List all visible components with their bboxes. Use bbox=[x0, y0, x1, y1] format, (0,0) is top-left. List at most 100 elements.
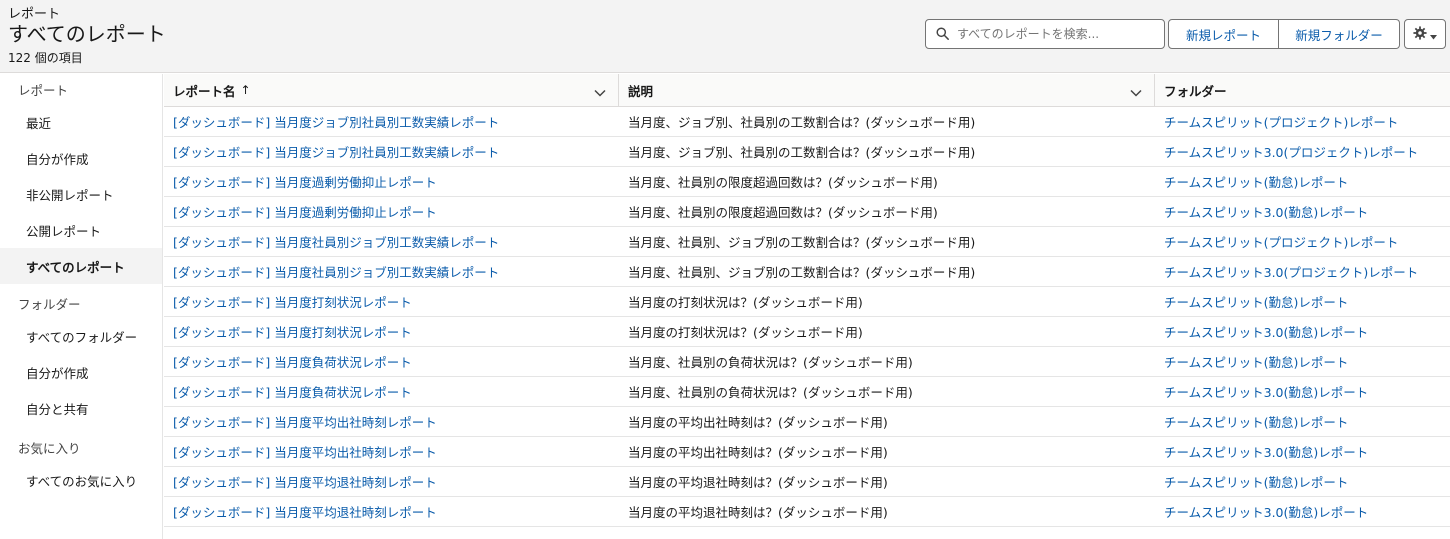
new-folder-button[interactable]: 新規フォルダー bbox=[1279, 19, 1400, 49]
table-row: [ダッシュボード] 当月度打刻状況レポート 当月度の打刻状況は？(ダッシュボード用… bbox=[164, 287, 1450, 317]
sidebar-item-public-reports[interactable]: 公開レポート bbox=[0, 212, 162, 248]
report-name-link[interactable]: [ダッシュボード] 当月度ジョブ別社員別工数実績レポート bbox=[173, 112, 499, 131]
folder-link[interactable]: チームスピリット(勤怠)レポート bbox=[1164, 292, 1348, 311]
table-body: [ダッシュボード] 当月度ジョブ別社員別工数実績レポート当月度、ジョブ別、社員別… bbox=[164, 107, 1450, 527]
search-input[interactable] bbox=[957, 27, 1157, 41]
column-header-folder[interactable]: フォルダー bbox=[1155, 74, 1450, 106]
new-report-button[interactable]: 新規レポート bbox=[1168, 19, 1279, 49]
description-text: 当月度の平均退社時刻は？(ダッシュボード用) bbox=[628, 505, 888, 520]
folder-cell: チームスピリット(プロジェクト)レポート bbox=[1155, 227, 1450, 256]
sort-arrow-icon: ↑ bbox=[240, 83, 251, 97]
sidebar-nav: レポート 最近 自分が作成 非公開レポート 公開レポート すべてのレポート フォ… bbox=[0, 74, 163, 539]
report-name-cell: [ダッシュボード] 当月度打刻状況レポート bbox=[164, 287, 619, 316]
description-cell: 当月度、社員別の負荷状況は？(ダッシュボード用) bbox=[619, 347, 1155, 376]
description-text: 当月度の打刻状況は？(ダッシュボード用) bbox=[628, 295, 863, 310]
page-title: すべてのレポート bbox=[8, 22, 166, 46]
report-name-link[interactable]: [ダッシュボード] 当月度ジョブ別社員別工数実績レポート bbox=[173, 142, 499, 161]
item-count: 122 個の項目 bbox=[8, 51, 83, 65]
table-row: [ダッシュボード] 当月度負荷状況レポート 当月度、社員別の負荷状況は？(ダッシュ… bbox=[164, 377, 1450, 407]
column-header-description[interactable]: 説明 bbox=[619, 74, 1155, 106]
report-name-cell: [ダッシュボード] 当月度平均退社時刻レポート bbox=[164, 497, 619, 526]
folder-link[interactable]: チームスピリット(プロジェクト)レポート bbox=[1164, 112, 1398, 131]
folder-link[interactable]: チームスピリット(勤怠)レポート bbox=[1164, 352, 1348, 371]
gear-icon bbox=[1413, 25, 1427, 44]
report-name-cell: [ダッシュボード] 当月度平均出社時刻レポート bbox=[164, 407, 619, 436]
table-row: [ダッシュボード] 当月度ジョブ別社員別工数実績レポート 当月度、ジョブ別、社員別… bbox=[164, 137, 1450, 167]
folder-cell: チームスピリット3.0(プロジェクト)レポート bbox=[1155, 257, 1450, 286]
search-box[interactable] bbox=[925, 19, 1165, 49]
search-icon bbox=[936, 25, 949, 44]
report-name-cell: [ダッシュボード] 当月度社員別ジョブ別工数実績レポート bbox=[164, 227, 619, 256]
description-cell: 当月度、社員別の限度超過回数は？(ダッシュボード用) bbox=[619, 167, 1155, 196]
description-text: 当月度の平均退社時刻は？(ダッシュボード用) bbox=[628, 475, 888, 490]
sidebar-item-all-folders[interactable]: すべてのフォルダー bbox=[0, 318, 162, 354]
table-row: [ダッシュボード] 当月度平均退社時刻レポート 当月度の平均退社時刻は？(ダッシュ… bbox=[164, 467, 1450, 497]
column-header-label: 説明 bbox=[628, 83, 654, 99]
report-name-link[interactable]: [ダッシュボード] 当月度負荷状況レポート bbox=[173, 352, 412, 371]
sidebar-heading-reports: レポート bbox=[18, 82, 69, 98]
report-name-cell: [ダッシュボード] 当月度平均退社時刻レポート bbox=[164, 467, 619, 496]
description-text: 当月度、社員別の限度超過回数は？(ダッシュボード用) bbox=[628, 175, 938, 190]
sidebar-item-recent[interactable]: 最近 bbox=[0, 104, 162, 140]
folder-cell: チームスピリット3.0(プロジェクト)レポート bbox=[1155, 137, 1450, 166]
folder-link[interactable]: チームスピリット3.0(勤怠)レポート bbox=[1164, 202, 1368, 221]
page-header: レポート すべてのレポート 122 個の項目 新規レポート 新規フォルダー bbox=[0, 0, 1450, 73]
report-name-link[interactable]: [ダッシュボード] 当月度社員別ジョブ別工数実績レポート bbox=[173, 262, 499, 281]
folder-link[interactable]: チームスピリット3.0(プロジェクト)レポート bbox=[1164, 142, 1418, 161]
description-text: 当月度の平均出社時刻は？(ダッシュボード用) bbox=[628, 445, 888, 460]
folder-link[interactable]: チームスピリット(勤怠)レポート bbox=[1164, 472, 1348, 491]
chevron-down-icon[interactable] bbox=[594, 85, 606, 100]
description-text: 当月度、社員別の負荷状況は？(ダッシュボード用) bbox=[628, 385, 913, 400]
table-row: [ダッシュボード] 当月度平均出社時刻レポート 当月度の平均出社時刻は？(ダッシュ… bbox=[164, 407, 1450, 437]
report-name-link[interactable]: [ダッシュボード] 当月度平均出社時刻レポート bbox=[173, 442, 437, 461]
folder-link[interactable]: チームスピリット3.0(勤怠)レポート bbox=[1164, 442, 1368, 461]
report-name-cell: [ダッシュボード] 当月度負荷状況レポート bbox=[164, 377, 619, 406]
folder-link[interactable]: チームスピリット(勤怠)レポート bbox=[1164, 412, 1348, 431]
table-row: [ダッシュボード] 当月度過剰労働抑止レポート 当月度、社員別の限度超過回数は？(… bbox=[164, 197, 1450, 227]
folder-cell: チームスピリット(勤怠)レポート bbox=[1155, 407, 1450, 436]
description-text: 当月度、ジョブ別、社員別の工数割合は？(ダッシュボード用) bbox=[628, 115, 976, 130]
report-name-link[interactable]: [ダッシュボード] 当月度社員別ジョブ別工数実績レポート bbox=[173, 232, 499, 251]
table-row: [ダッシュボード] 当月度負荷状況レポート 当月度、社員別の負荷状況は？(ダッシュ… bbox=[164, 347, 1450, 377]
folder-link[interactable]: チームスピリット(プロジェクト)レポート bbox=[1164, 232, 1398, 251]
chevron-down-icon[interactable] bbox=[1130, 85, 1142, 100]
report-name-link[interactable]: [ダッシュボード] 当月度平均退社時刻レポート bbox=[173, 472, 437, 491]
description-cell: 当月度、社員別、ジョブ別の工数割合は？(ダッシュボード用) bbox=[619, 257, 1155, 286]
report-name-cell: [ダッシュボード] 当月度ジョブ別社員別工数実績レポート bbox=[164, 137, 619, 166]
report-name-cell: [ダッシュボード] 当月度社員別ジョブ別工数実績レポート bbox=[164, 257, 619, 286]
report-name-link[interactable]: [ダッシュボード] 当月度過剰労働抑止レポート bbox=[173, 172, 437, 191]
sidebar-item-created-by-me[interactable]: 自分が作成 bbox=[0, 140, 162, 176]
report-name-link[interactable]: [ダッシュボード] 当月度平均出社時刻レポート bbox=[173, 412, 437, 431]
report-name-link[interactable]: [ダッシュボード] 当月度過剰労働抑止レポート bbox=[173, 202, 437, 221]
sidebar-item-folders-created-by-me[interactable]: 自分が作成 bbox=[0, 354, 162, 390]
description-cell: 当月度、ジョブ別、社員別の工数割合は？(ダッシュボード用) bbox=[619, 137, 1155, 166]
settings-menu-button[interactable] bbox=[1404, 19, 1446, 49]
table-row: [ダッシュボード] 当月度ジョブ別社員別工数実績レポート 当月度、ジョブ別、社員別… bbox=[164, 107, 1450, 137]
reports-table: レポート名 ↑ 説明 フォルダー [ダッシュボード] 当月度ジョブ別社員別工数実… bbox=[164, 74, 1450, 539]
report-name-link[interactable]: [ダッシュボード] 当月度打刻状況レポート bbox=[173, 292, 412, 311]
sidebar-item-all-favorites[interactable]: すべてのお気に入り bbox=[0, 462, 162, 498]
folder-link[interactable]: チームスピリット3.0(勤怠)レポート bbox=[1164, 502, 1368, 521]
table-row: [ダッシュボード] 当月度社員別ジョブ別工数実績レポート 当月度、社員別、ジョブ別… bbox=[164, 227, 1450, 257]
report-name-cell: [ダッシュボード] 当月度ジョブ別社員別工数実績レポート bbox=[164, 107, 619, 136]
report-name-link[interactable]: [ダッシュボード] 当月度打刻状況レポート bbox=[173, 322, 412, 341]
folder-cell: チームスピリット(勤怠)レポート bbox=[1155, 167, 1450, 196]
sidebar-item-shared-with-me[interactable]: 自分と共有 bbox=[0, 390, 162, 426]
folder-cell: チームスピリット(勤怠)レポート bbox=[1155, 287, 1450, 316]
folder-link[interactable]: チームスピリット(勤怠)レポート bbox=[1164, 172, 1348, 191]
description-cell: 当月度の平均退社時刻は？(ダッシュボード用) bbox=[619, 467, 1155, 496]
report-name-cell: [ダッシュボード] 当月度平均出社時刻レポート bbox=[164, 437, 619, 466]
sidebar-item-all-reports[interactable]: すべてのレポート bbox=[0, 248, 162, 284]
folder-cell: チームスピリット3.0(勤怠)レポート bbox=[1155, 497, 1450, 526]
table-row: [ダッシュボード] 当月度平均出社時刻レポート 当月度の平均出社時刻は？(ダッシュ… bbox=[164, 437, 1450, 467]
folder-link[interactable]: チームスピリット3.0(プロジェクト)レポート bbox=[1164, 262, 1418, 281]
description-text: 当月度の平均出社時刻は？(ダッシュボード用) bbox=[628, 415, 888, 430]
folder-link[interactable]: チームスピリット3.0(勤怠)レポート bbox=[1164, 382, 1368, 401]
sidebar-item-private-reports[interactable]: 非公開レポート bbox=[0, 176, 162, 212]
report-name-link[interactable]: [ダッシュボード] 当月度負荷状況レポート bbox=[173, 382, 412, 401]
report-name-cell: [ダッシュボード] 当月度打刻状況レポート bbox=[164, 317, 619, 346]
description-text: 当月度、社員別の限度超過回数は？(ダッシュボード用) bbox=[628, 205, 938, 220]
report-name-link[interactable]: [ダッシュボード] 当月度平均退社時刻レポート bbox=[173, 502, 437, 521]
folder-link[interactable]: チームスピリット3.0(勤怠)レポート bbox=[1164, 322, 1368, 341]
column-header-report-name[interactable]: レポート名 ↑ bbox=[164, 74, 619, 106]
